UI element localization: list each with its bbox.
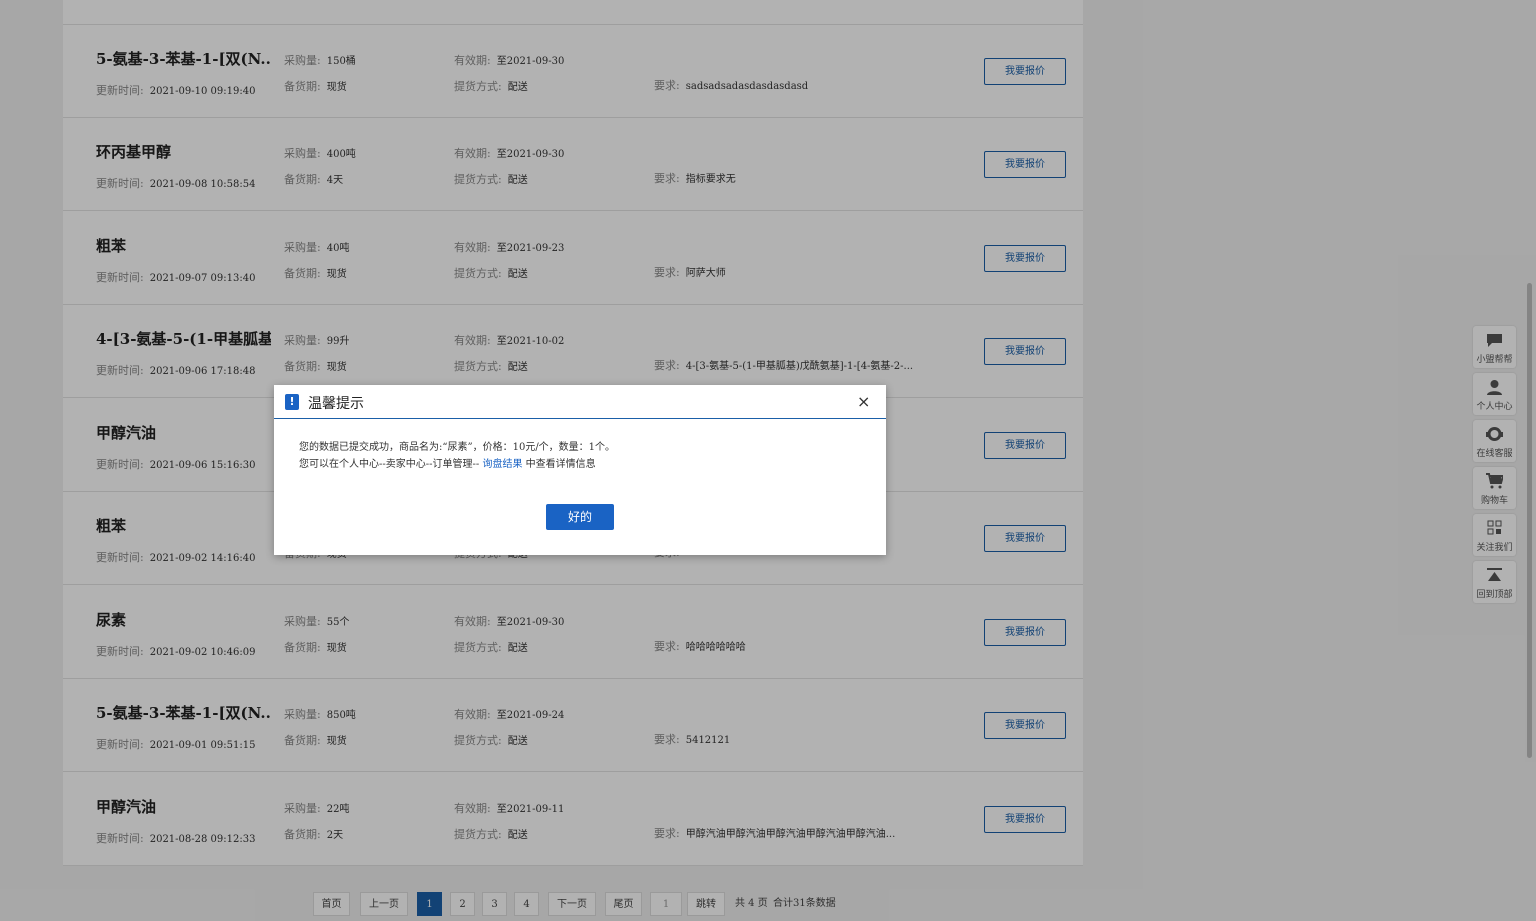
dialog-title: 温馨提示 [308, 396, 364, 412]
message-text: 您可以在个人中心--卖家中心--订单管理-- [299, 459, 480, 470]
message-text: 中查看详情信息 [525, 459, 596, 470]
notice-dialog: ! 温馨提示 × 您的数据已提交成功，商品名为:“尿素”，价格：10元/个，数量… [274, 385, 886, 555]
dialog-header: ! 温馨提示 × [274, 385, 886, 419]
ok-button[interactable]: 好的 [546, 504, 614, 530]
dialog-message-line1: 您的数据已提交成功，商品名为:“尿素”，价格：10元/个，数量：1个。 [299, 442, 616, 453]
alert-icon: ! [285, 394, 299, 410]
close-icon[interactable]: × [857, 393, 870, 411]
dialog-message-line2: 您可以在个人中心--卖家中心--订单管理-- 询盘结果 中查看详情信息 [299, 455, 596, 470]
inquiry-result-link[interactable]: 询盘结果 [479, 459, 525, 470]
